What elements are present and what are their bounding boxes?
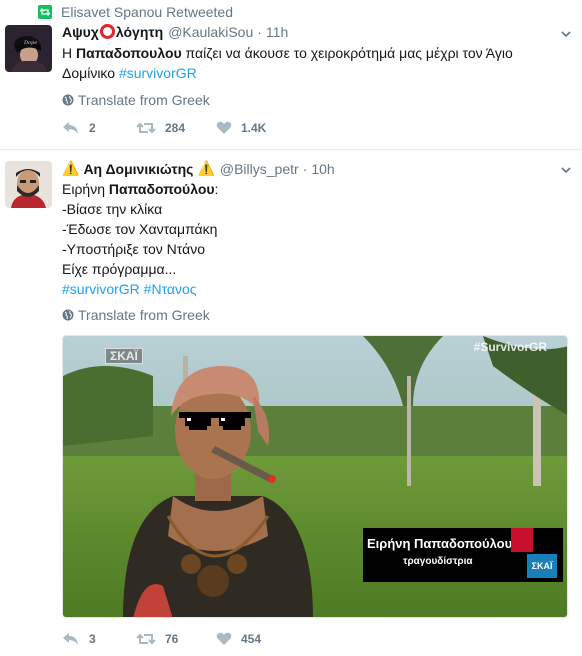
lower-third-caption: Ειρήνη Παπαδοπούλου τραγουδίστρια ΣΚΑΪ: [363, 528, 563, 582]
retweet-icon: [38, 5, 52, 19]
author-handle[interactable]: @KaulakiSou: [168, 24, 253, 40]
author-name[interactable]: Αη Δομινικιώτης: [83, 161, 193, 177]
retweet-button[interactable]: 76: [136, 632, 216, 646]
retweet-count: 76: [165, 632, 179, 646]
tweet-text: Η Παπαδοπουλου παίζει να άκουσε το χειρο…: [62, 45, 513, 81]
retweet-button[interactable]: 284: [136, 121, 216, 135]
red-circle-icon: [99, 24, 115, 39]
reply-button[interactable]: 2: [62, 121, 136, 135]
like-count: 1.4K: [241, 121, 267, 135]
retweet-icon: [136, 633, 156, 645]
warning-icon: ⚠️: [197, 160, 215, 176]
tweet[interactable]: Dope Αψυχ λόγητη @KaulakiSou · 11h Η Παπα…: [0, 18, 582, 150]
hashtag-watermark: #SurvivorGR: [473, 340, 547, 354]
caption-role: τραγουδίστρια: [403, 556, 473, 567]
like-button[interactable]: 1.4K: [216, 121, 266, 135]
reply-button[interactable]: 3: [62, 632, 136, 646]
chevron-down-icon[interactable]: [560, 28, 572, 40]
like-button[interactable]: 454: [216, 632, 261, 646]
corner-logo: ΣΚΑΪ: [527, 554, 557, 578]
tweet-header: Αψυχ λόγητη @KaulakiSou · 11h: [62, 24, 288, 40]
svg-text:Dope: Dope: [23, 40, 37, 46]
warning-icon: ⚠️: [62, 160, 80, 176]
separator-dot: ·: [257, 24, 262, 40]
timestamp[interactable]: 11h: [266, 24, 288, 40]
avatar[interactable]: Dope: [5, 25, 52, 72]
hashtag-link[interactable]: #survivorGR: [119, 65, 197, 81]
tweet-actions: 3 76 454: [62, 632, 261, 646]
caption-name: Ειρήνη Παπαδοπούλου: [367, 536, 513, 551]
channel-logo: ΣΚΑΪ: [105, 348, 143, 364]
reply-icon: [63, 122, 78, 134]
author-name[interactable]: Αψυχ λόγητη: [62, 24, 163, 40]
translate-link[interactable]: Translate from Greek: [62, 92, 210, 108]
retweet-icon: [136, 122, 156, 134]
globe-icon: [62, 94, 74, 106]
globe-icon: [62, 309, 74, 321]
author-handle[interactable]: @Billys_petr: [220, 161, 299, 177]
avatar[interactable]: [5, 161, 52, 208]
tweet-actions: 2 284 1.4K: [62, 121, 266, 135]
heart-icon: [216, 632, 232, 645]
chevron-down-icon[interactable]: [560, 164, 572, 176]
reply-count: 3: [89, 632, 96, 646]
retweet-count: 284: [165, 121, 186, 135]
tweet[interactable]: ⚠️ Αη Δομινικιώτης ⚠️ @Billys_petr · 10h…: [0, 151, 582, 656]
tweet-media-image[interactable]: ΣΚΑΪ #SurvivorGR Ειρήνη Παπαδοπούλου τρα…: [62, 335, 568, 618]
timestamp[interactable]: 10h: [311, 161, 334, 177]
separator-dot: ·: [302, 160, 308, 177]
heart-icon: [216, 121, 232, 134]
hashtag-link[interactable]: #survivorGR #Ντανος: [62, 281, 197, 297]
reply-count: 2: [89, 121, 96, 135]
reply-icon: [63, 633, 78, 645]
tweet-header: ⚠️ Αη Δομινικιώτης ⚠️ @Billys_petr · 10h: [62, 160, 335, 177]
survivor-badge: [511, 528, 533, 552]
like-count: 454: [241, 632, 262, 646]
tweet-text: Ειρήνη Παπαδοπούλου: -Βίασε την κλίκα -Έ…: [62, 181, 219, 297]
translate-link[interactable]: Translate from Greek: [62, 307, 210, 323]
